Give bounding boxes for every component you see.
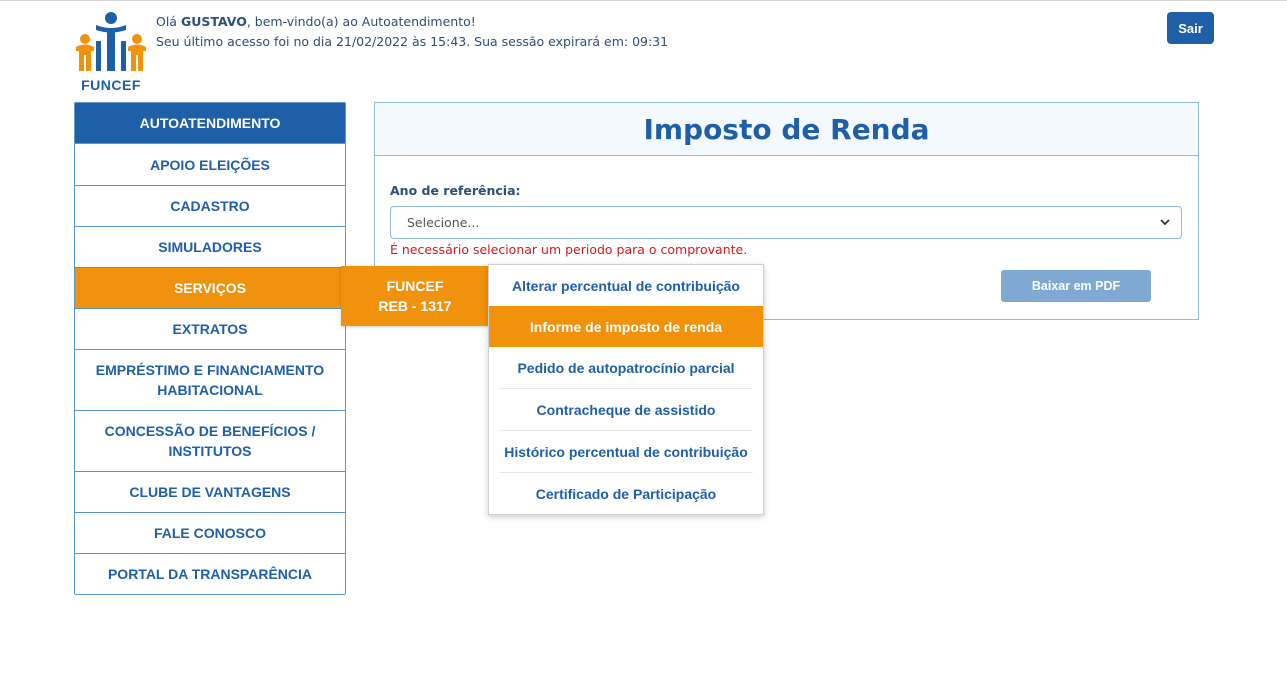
funcef-logo: FUNCEF	[74, 11, 148, 93]
sidebar-menu: AUTOATENDIMENTO APOIO ELEIÇÕES CADASTRO …	[74, 102, 346, 595]
sidebar-item-servicos[interactable]: SERVIÇOS	[75, 267, 345, 308]
menu-item-informe-imposto-renda[interactable]: Informe de imposto de renda	[489, 306, 763, 347]
sidebar-item-portal-transparencia[interactable]: PORTAL DA TRANSPARÊNCIA	[75, 553, 345, 594]
sidebar-title: AUTOATENDIMENTO	[75, 103, 345, 144]
sidebar-item-fale-conosco[interactable]: FALE CONOSCO	[75, 512, 345, 553]
validation-error: É necessário selecionar um periodo para …	[390, 242, 748, 257]
menu-item-autopatrocinio[interactable]: Pedido de autopatrocínio parcial	[499, 347, 753, 388]
page-title: Imposto de Renda	[643, 112, 930, 146]
welcome-line: Olá GUSTAVO, bem-vindo(a) ao Autoatendim…	[156, 12, 668, 32]
sidebar-item-cadastro[interactable]: CADASTRO	[75, 185, 345, 226]
menu-item-alterar-percentual[interactable]: Alterar percentual de contribuição	[499, 265, 753, 306]
greeting-prefix: Olá	[156, 14, 181, 29]
sidebar-item-clube-vantagens[interactable]: CLUBE DE VANTAGENS	[75, 471, 345, 512]
download-pdf-button[interactable]: Baixar em PDF	[1001, 270, 1151, 302]
sidebar-item-apoio-eleicoes[interactable]: APOIO ELEIÇÕES	[75, 144, 345, 185]
funcef-logo-icon	[76, 12, 146, 71]
menu-item-certificado[interactable]: Certificado de Participação	[499, 472, 753, 514]
sidebar-item-emprestimo[interactable]: EMPRÉSTIMO E FINANCIAMENTO HABITACIONAL	[75, 349, 345, 410]
logout-button[interactable]: Sair	[1167, 12, 1214, 44]
last-access-text: Seu último acesso foi no dia 21/02/2022 …	[156, 34, 669, 49]
panel-header: Imposto de Renda	[375, 103, 1198, 156]
menu-item-contracheque[interactable]: Contracheque de assistido	[499, 388, 753, 430]
user-name: GUSTAVO	[180, 14, 247, 29]
chevron-down-icon	[1160, 219, 1170, 226]
submenu-plan[interactable]: FUNCEF REB - 1317	[341, 266, 489, 326]
reference-year-label: Ano de referência:	[390, 183, 521, 198]
plan-code: REB - 1317	[378, 298, 452, 314]
select-value: Selecione...	[407, 215, 480, 230]
sidebar-item-extratos[interactable]: EXTRATOS	[75, 308, 345, 349]
logo-text: FUNCEF	[81, 77, 141, 93]
submenu-services: Alterar percentual de contribuição Infor…	[488, 264, 764, 515]
greeting-block: Olá GUSTAVO, bem-vindo(a) ao Autoatendim…	[156, 12, 668, 52]
greeting-suffix: , bem-vindo(a) ao Autoatendimento!	[246, 14, 476, 29]
reference-year-select[interactable]: Selecione...	[390, 206, 1182, 239]
plan-name: FUNCEF	[386, 278, 444, 294]
menu-item-historico-percentual[interactable]: Histórico percentual de contribuição	[499, 430, 753, 472]
sidebar-item-simuladores[interactable]: SIMULADORES	[75, 226, 345, 267]
sidebar-item-concessao-beneficios[interactable]: CONCESSÃO DE BENEFÍCIOS / INSTITUTOS	[75, 410, 345, 471]
